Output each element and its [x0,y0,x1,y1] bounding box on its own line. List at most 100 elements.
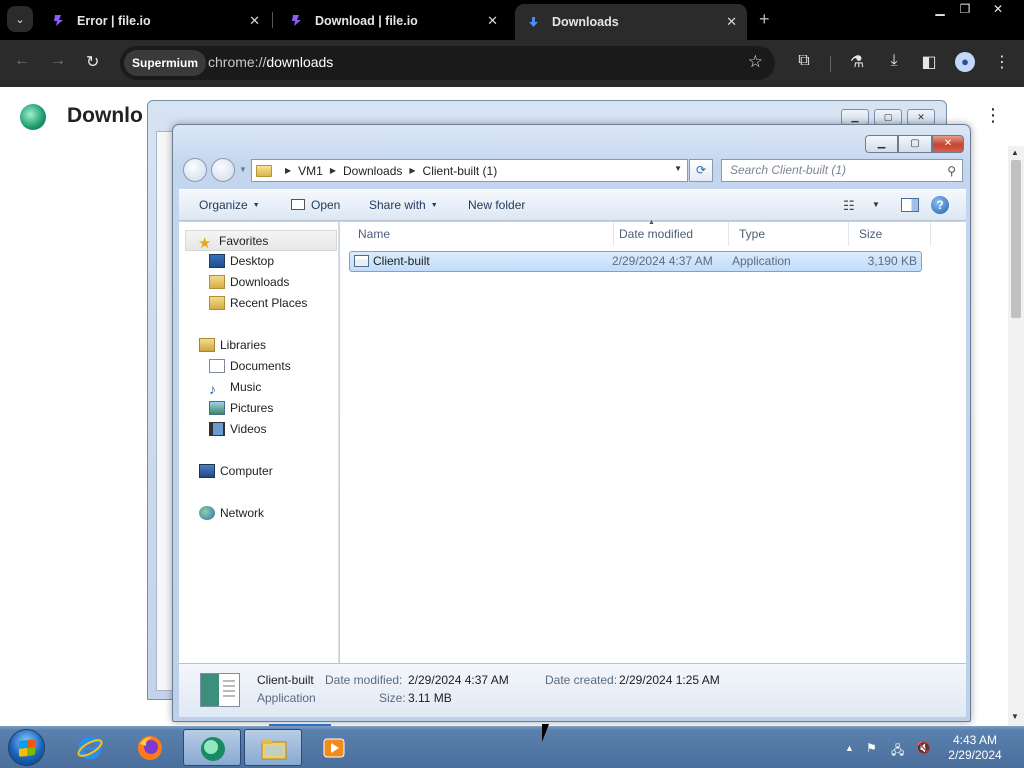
recent-places-icon [209,296,225,310]
minimize-icon[interactable]: ▁ [841,109,869,125]
nav-videos[interactable]: Videos [209,419,266,440]
scroll-up-icon[interactable]: ▲ [1011,148,1019,157]
column-header-name[interactable]: Name [348,222,614,246]
close-tab-icon[interactable]: ✕ [249,13,260,29]
breadcrumb-arrow-icon[interactable]: ▶ [285,166,291,175]
nav-libraries[interactable]: Libraries [199,335,266,356]
change-view-icon[interactable]: ☷ [843,198,855,214]
browser-menu-icon[interactable]: ⋮ [991,52,1013,72]
close-window-button[interactable]: ✕ [986,2,1010,16]
nav-favorites[interactable]: ★ Favorites [185,230,337,251]
preview-pane-icon[interactable] [901,198,919,212]
back-button[interactable] [183,158,207,182]
minimize-window-button[interactable]: ▁ [928,2,952,16]
share-with-label: Share with [369,198,426,212]
downloads-folder-icon [209,275,225,289]
help-icon[interactable]: ? [931,196,949,214]
reload-icon[interactable]: ↻ [86,52,99,72]
volume-muted-icon[interactable]: 🔇 [916,741,931,755]
forward-arrow-icon[interactable]: → [50,52,66,70]
column-header-size[interactable]: Size [849,222,931,246]
internet-explorer-taskbar-button[interactable] [61,729,119,766]
nav-videos-label: Videos [230,422,267,436]
view-options-dropdown-icon[interactable]: ▼ [872,200,880,209]
share-with-button[interactable]: Share with ▼ [369,198,438,212]
breadcrumb-client-built[interactable]: Client-built (1) [423,164,498,178]
network-tray-icon[interactable]: 🖧 [891,741,904,762]
tab-downloads[interactable]: Downloads ✕ [515,4,747,40]
new-folder-button[interactable]: New folder [468,198,525,212]
breadcrumb-vm1[interactable]: VM1 [298,164,323,178]
start-button[interactable] [8,729,45,766]
column-header-date-modified[interactable]: Date modified [609,222,729,246]
extensions-icon[interactable]: ⧉ [793,52,815,70]
close-icon[interactable]: ✕ [907,109,935,125]
browser-chip[interactable]: Supermium [124,50,207,76]
page-more-icon[interactable]: ⋮ [984,105,1002,126]
scroll-down-icon[interactable]: ▼ [1011,712,1019,721]
forward-button[interactable] [211,158,235,182]
nav-music[interactable]: ♪ Music [209,377,261,398]
new-folder-label: New folder [468,198,526,212]
open-button[interactable]: Open [291,198,340,212]
explorer-maximize-button[interactable]: ▢ [898,135,932,153]
nav-documents[interactable]: Documents [209,356,291,377]
details-size-label: Size: [379,691,406,705]
browser-toolbar: ← → ↻ Supermium chrome://downloads ☆ ⧉ ⚗… [0,40,1024,87]
organize-button[interactable]: Organize ▼ [199,198,260,212]
page-scrollbar[interactable]: ▲ ▼ [1008,146,1024,726]
tab-search-button[interactable]: ⌄ [7,6,33,32]
restore-window-button[interactable]: ❐ [953,2,977,16]
new-tab-button[interactable]: + [759,9,770,30]
nav-computer[interactable]: Computer [199,461,273,482]
file-row-client-built[interactable]: Client-built 2/29/2024 4:37 AM Applicati… [349,251,922,272]
url-text[interactable]: chrome://downloads [208,54,333,70]
refresh-button[interactable]: ⟳ [689,159,713,182]
breadcrumb-arrow-icon[interactable]: ▶ [330,166,336,175]
media-player-taskbar-button[interactable] [305,729,363,766]
bookmark-star-icon[interactable]: ☆ [748,52,763,72]
nav-pictures[interactable]: Pictures [209,398,273,419]
action-center-flag-icon[interactable]: ⚑ [866,741,877,755]
taskbar-clock[interactable]: 4:43 AM 2/29/2024 [940,733,1010,763]
search-icon[interactable]: ⚲ [947,161,956,182]
details-date-modified-label: Date modified: [325,673,403,687]
nav-desktop[interactable]: Desktop [209,251,274,272]
supermium-taskbar-button[interactable] [183,729,241,766]
nav-recent-places[interactable]: Recent Places [209,293,307,314]
file-explorer-taskbar-button[interactable] [244,729,302,766]
profile-avatar-icon[interactable]: ● [954,52,976,72]
back-arrow-icon[interactable]: ← [14,52,30,70]
explorer-minimize-button[interactable]: ▁ [865,135,898,153]
labs-flask-icon[interactable]: ⚗ [846,52,868,72]
details-date-modified: 2/29/2024 4:37 AM [408,673,509,687]
firefox-taskbar-button[interactable] [121,729,179,766]
address-bar[interactable]: ▶ VM1 ▶ Downloads ▶ Client-built (1) ▼ [251,159,688,182]
tab-error-fileio[interactable]: Error | file.io ✕ [40,4,270,37]
breadcrumb-downloads[interactable]: Downloads [343,164,402,178]
nav-network[interactable]: Network [199,503,264,524]
nav-downloads[interactable]: Downloads [209,272,289,293]
maximize-icon[interactable]: ▢ [874,109,902,125]
column-header-type[interactable]: Type [729,222,849,246]
address-dropdown-icon[interactable]: ▼ [674,164,682,173]
download-icon[interactable]: ⤓ [883,52,905,70]
omnibox[interactable]: Supermium chrome://downloads ☆ [120,46,775,80]
supermium-icon [201,737,225,761]
computer-icon [199,464,215,478]
firefox-icon [138,736,162,760]
breadcrumb-arrow-icon[interactable]: ▶ [409,166,415,175]
show-hidden-icons-icon[interactable]: ▲ [845,743,854,753]
close-tab-icon[interactable]: ✕ [726,14,737,30]
recent-pages-dropdown-icon[interactable]: ▼ [239,165,247,174]
search-input[interactable]: Search Client-built (1) ⚲ [721,159,963,182]
explorer-close-button[interactable]: ✕ [932,135,964,153]
scrollbar-thumb[interactable] [1011,160,1021,318]
close-tab-icon[interactable]: ✕ [487,13,498,29]
nav-favorites-label: Favorites [219,234,269,248]
mouse-cursor-icon [542,724,556,742]
explorer-window: ▁ ▢ ✕ ▼ ▶ VM1 ▶ Downloads ▶ Client-built… [172,124,971,722]
fileio-favicon-icon [54,15,63,26]
side-panel-icon[interactable]: ◧ [918,52,940,72]
tab-download-fileio[interactable]: Download | file.io ✕ [278,4,508,37]
